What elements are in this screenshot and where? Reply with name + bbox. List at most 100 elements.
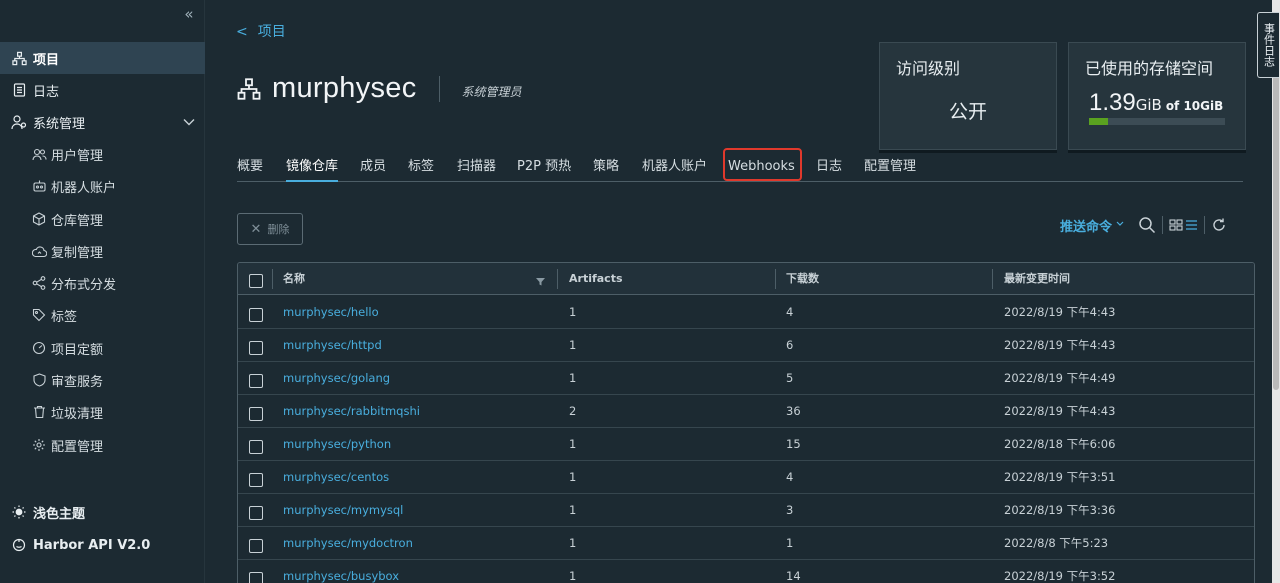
repo-name-link[interactable]: murphysec/busybox — [283, 560, 399, 583]
tab-members[interactable]: 成员 — [360, 152, 386, 182]
row-checkbox[interactable] — [249, 308, 263, 322]
row-checkbox[interactable] — [249, 374, 263, 388]
row-checkbox[interactable] — [249, 440, 263, 454]
table-row[interactable]: murphysec/golang 1 5 2022/8/19 下午4:49 — [238, 362, 1254, 395]
repo-name-link[interactable]: murphysec/centos — [283, 461, 389, 494]
pull-count: 4 — [786, 470, 794, 484]
filter-icon[interactable] — [536, 275, 545, 290]
pull-count: 14 — [786, 569, 801, 583]
log-icon — [11, 82, 27, 98]
row-checkbox[interactable] — [249, 572, 263, 583]
row-checkbox[interactable] — [249, 539, 263, 553]
last-modified-time: 2022/8/19 下午4:43 — [1004, 404, 1116, 418]
tab-webhooks[interactable]: Webhooks — [728, 152, 795, 182]
close-icon: ✕ — [250, 221, 262, 237]
quota-icon — [31, 340, 47, 356]
repositories-table: 名称 Artifacts 下载数 最新变更时间 murphysec/hello 1… — [237, 262, 1255, 583]
theme-toggle[interactable]: 浅色主题 — [0, 496, 205, 528]
repo-name-link[interactable]: murphysec/python — [283, 428, 391, 461]
sidebar-item-replications[interactable]: 复制管理 — [0, 235, 205, 267]
api-link[interactable]: Harbor API V2.0 — [0, 529, 205, 561]
row-checkbox[interactable] — [249, 407, 263, 421]
table-row[interactable]: murphysec/httpd 1 6 2022/8/19 下午4:43 — [238, 329, 1254, 362]
artifacts-count: 1 — [569, 569, 577, 583]
admin-icon — [11, 114, 27, 130]
row-checkbox[interactable] — [249, 341, 263, 355]
artifacts-count: 2 — [569, 404, 577, 418]
back-to-projects-link[interactable]: < 项目 — [236, 21, 286, 41]
sidebar-item-projects[interactable]: 项目 — [0, 42, 205, 74]
column-divider — [992, 269, 993, 289]
sidebar-item-label: 用户管理 — [51, 148, 104, 164]
sidebar-item-users[interactable]: 用户管理 — [0, 138, 205, 170]
title-divider — [438, 75, 440, 102]
pull-count: 3 — [786, 503, 794, 517]
table-row[interactable]: murphysec/busybox 1 14 2022/8/19 下午3:52 — [238, 560, 1254, 583]
artifacts-count: 1 — [569, 305, 577, 319]
repo-name-link[interactable]: murphysec/golang — [283, 362, 390, 395]
table-row[interactable]: murphysec/python 1 15 2022/8/18 下午6:06 — [238, 428, 1254, 461]
table-row[interactable]: murphysec/rabbitmqshi 2 36 2022/8/19 下午4:43 — [238, 395, 1254, 428]
artifacts-count: 1 — [569, 503, 577, 517]
column-header-updated[interactable]: 最新变更时间 — [1004, 263, 1070, 295]
scrollbar-thumb[interactable] — [1273, 40, 1279, 390]
tab-repositories[interactable]: 镜像仓库 — [286, 152, 339, 182]
sidebar-item-admin[interactable]: 系统管理 — [0, 106, 205, 138]
table-row[interactable]: murphysec/hello 1 4 2022/8/19 下午4:43 — [238, 296, 1254, 329]
repo-name-link[interactable]: murphysec/mymysql — [283, 494, 403, 527]
search-icon[interactable] — [1138, 216, 1156, 234]
repo-name-link[interactable]: murphysec/httpd — [283, 329, 382, 362]
table-row[interactable]: murphysec/mymysql 1 3 2022/8/19 下午3:36 — [238, 494, 1254, 527]
table-row[interactable]: murphysec/mydoctron 1 1 2022/8/8 下午5:23 — [238, 527, 1254, 560]
tab-p2p-preheat[interactable]: P2P 预热 — [517, 152, 571, 182]
project-header: murphysec 系统管理员 — [237, 72, 522, 105]
tab-policy[interactable]: 策略 — [593, 152, 619, 182]
tab-scanner[interactable]: 扫描器 — [457, 152, 496, 182]
select-all-checkbox[interactable] — [249, 274, 263, 288]
column-header-pulls[interactable]: 下载数 — [786, 263, 819, 295]
trash-icon — [31, 404, 47, 420]
last-modified-time: 2022/8/19 下午3:36 — [1004, 503, 1116, 517]
refresh-icon[interactable] — [1211, 217, 1227, 233]
tab-configuration[interactable]: 配置管理 — [864, 152, 916, 182]
tab-labels[interactable]: 标签 — [408, 152, 434, 182]
column-header-name[interactable]: 名称 — [283, 263, 305, 295]
main-content: < 项目 murphysec 系统管理员 访问级别 公开 已使用的存储空间 1.3… — [205, 0, 1275, 583]
row-checkbox[interactable] — [249, 506, 263, 520]
access-level-card: 访问级别 公开 — [879, 42, 1057, 150]
pull-count: 4 — [786, 305, 794, 319]
sidebar-item-labels[interactable]: 标签 — [0, 299, 205, 331]
sidebar-item-label: 日志 — [33, 84, 60, 100]
repo-name-link[interactable]: murphysec/mydoctron — [283, 527, 413, 560]
tab-logs[interactable]: 日志 — [816, 152, 842, 182]
sidebar-item-distributions[interactable]: 分布式分发 — [0, 267, 205, 299]
column-header-artifacts[interactable]: Artifacts — [569, 263, 623, 295]
row-checkbox[interactable] — [249, 473, 263, 487]
sidebar-item-logs[interactable]: 日志 — [0, 74, 205, 106]
storage-card: 已使用的存储空间 1.39GiB of 10GiB — [1068, 42, 1246, 150]
storage-progress-fill — [1089, 118, 1108, 125]
repo-name-link[interactable]: murphysec/hello — [283, 296, 379, 329]
double-chevron-left-icon[interactable]: « — [180, 6, 198, 24]
sidebar-item-gc[interactable]: 垃圾清理 — [0, 396, 205, 428]
last-modified-time: 2022/8/19 下午3:52 — [1004, 569, 1116, 583]
sidebar-item-interrogation[interactable]: 审查服务 — [0, 364, 205, 396]
event-log-tab[interactable]: 事件日志 — [1257, 12, 1279, 78]
list-view-icon[interactable] — [1185, 219, 1198, 231]
sidebar-item-quotas[interactable]: 项目定额 — [0, 332, 205, 364]
pull-count: 6 — [786, 338, 794, 352]
tag-icon — [31, 307, 47, 323]
push-command-dropdown[interactable]: 推送命令 — [1060, 216, 1124, 235]
tab-summary[interactable]: 概要 — [237, 152, 263, 182]
last-modified-time: 2022/8/19 下午4:43 — [1004, 305, 1116, 319]
repo-name-link[interactable]: murphysec/rabbitmqshi — [283, 395, 420, 428]
card-view-icon[interactable] — [1169, 219, 1183, 231]
sidebar-item-registries[interactable]: 仓库管理 — [0, 203, 205, 235]
delete-button[interactable]: ✕ 删除 — [237, 213, 303, 245]
delete-button-label: 删除 — [267, 223, 290, 236]
table-row[interactable]: murphysec/centos 1 4 2022/8/19 下午3:51 — [238, 461, 1254, 494]
tab-robot-accounts[interactable]: 机器人账户 — [642, 152, 707, 182]
table-header: 名称 Artifacts 下载数 最新变更时间 — [238, 263, 1254, 295]
sidebar-item-robots[interactable]: 机器人账户 — [0, 170, 205, 202]
sidebar-item-configuration[interactable]: 配置管理 — [0, 429, 205, 461]
